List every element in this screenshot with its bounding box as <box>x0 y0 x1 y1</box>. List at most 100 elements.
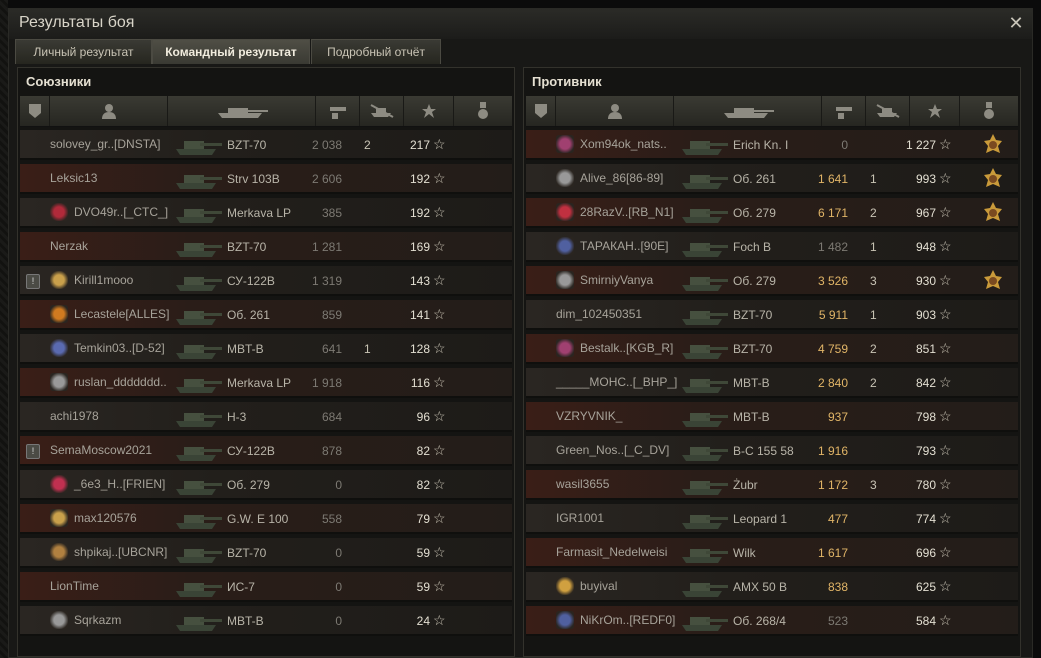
player-name[interactable]: Leksic13 <box>50 171 97 185</box>
xp-column-icon[interactable] <box>910 96 960 126</box>
player-name[interactable]: shpikaj..[UBCNR] <box>74 545 167 559</box>
xp-column-icon[interactable] <box>404 96 454 126</box>
player-name[interactable]: Nerzak <box>50 239 88 253</box>
player-name[interactable]: Alive_86[86-89] <box>580 171 663 185</box>
medal-icon[interactable] <box>981 167 1005 191</box>
table-row[interactable]: Lecastele[ALLES] Об. 261 859 141 ☆ <box>20 300 512 330</box>
kills-column-icon[interactable] <box>866 96 910 126</box>
table-row[interactable]: solovey_gr..[DNSTA] BZT-70 2 038 2 217 ☆ <box>20 130 512 160</box>
damage-column-icon[interactable] <box>822 96 866 126</box>
clan-emblem-icon <box>50 509 68 527</box>
player-name[interactable]: ТАРАКАН..[90E] <box>580 239 669 253</box>
damage-value: 4 759 <box>817 342 848 356</box>
table-row[interactable]: _____MOHC..[_BHP_] MBT-B 2 840 2 842 ☆ <box>526 368 1018 398</box>
damage-value: 1 916 <box>817 444 848 458</box>
player-name[interactable]: Green_Nos..[_C_DV] <box>556 443 669 457</box>
tank-name: Wilk <box>733 546 756 560</box>
player-name[interactable]: _____MOHC..[_BHP_] <box>556 375 677 389</box>
table-row[interactable]: LionTime ИС-7 0 59 ☆ <box>20 572 512 602</box>
player-name[interactable]: Xom94ok_nats.. <box>580 137 667 151</box>
tank-icon <box>174 369 224 395</box>
player-name[interactable]: solovey_gr..[DNSTA] <box>50 137 160 151</box>
tank-icon <box>680 573 730 599</box>
player-name[interactable]: DVO49r..[_CTC_] <box>74 205 168 219</box>
tank-icon <box>680 267 730 293</box>
table-row[interactable]: achi1978 Н-3 684 96 ☆ <box>20 402 512 432</box>
squad-column-icon[interactable] <box>526 96 556 126</box>
table-row[interactable]: ! Kirill1mooo СУ-122В 1 319 143 ☆ <box>20 266 512 296</box>
table-row[interactable]: Bestalk..[KGB_R] BZT-70 4 759 2 851 ☆ <box>526 334 1018 364</box>
table-row[interactable]: DVO49r..[_CTC_] Merkava LP 385 192 ☆ <box>20 198 512 228</box>
player-name[interactable]: max120576 <box>74 511 137 525</box>
player-name[interactable]: SmirniyVanya <box>580 273 653 287</box>
damage-value: 0 <box>841 138 848 152</box>
table-row[interactable]: Sqrkazm MBT-B 0 24 ☆ <box>20 606 512 636</box>
player-name[interactable]: LionTime <box>50 579 99 593</box>
player-name[interactable]: Temkin03..[D-52] <box>74 341 165 355</box>
table-row[interactable]: NiKrOm..[REDF0] Об. 268/4 523 584 ☆ <box>526 606 1018 636</box>
player-name[interactable]: IGR1001 <box>556 511 604 525</box>
table-row[interactable]: shpikaj..[UBCNR] BZT-70 0 59 ☆ <box>20 538 512 568</box>
table-row[interactable]: 28RazV..[RB_N1] Об. 279 6 171 2 967 ☆ <box>526 198 1018 228</box>
player-name[interactable]: Farmasit_Nedelweisi <box>556 545 667 559</box>
damage-column-icon[interactable] <box>316 96 360 126</box>
table-row[interactable]: wasil3655 Żubr 1 172 3 780 ☆ <box>526 470 1018 500</box>
table-row[interactable]: max120576 G.W. E 100 558 79 ☆ <box>20 504 512 534</box>
medal-icon[interactable] <box>981 269 1005 293</box>
player-name[interactable]: dim_102450351 <box>556 307 642 321</box>
table-row[interactable]: IGR1001 Leopard 1 477 774 ☆ <box>526 504 1018 534</box>
table-row[interactable]: Green_Nos..[_C_DV] В-С 155 58 1 916 793 ☆ <box>526 436 1018 466</box>
table-row[interactable]: buyival AMX 50 B 838 625 ☆ <box>526 572 1018 602</box>
tab-personal[interactable]: Личный результат <box>15 39 152 64</box>
table-row[interactable]: Nerzak BZT-70 1 281 169 ☆ <box>20 232 512 262</box>
medal-column-icon[interactable] <box>454 96 512 126</box>
kills-column-icon[interactable] <box>360 96 404 126</box>
table-row[interactable]: Temkin03..[D-52] MBT-B 641 1 128 ☆ <box>20 334 512 364</box>
table-row[interactable]: ! SemaMoscow2021 СУ-122В 878 82 ☆ <box>20 436 512 466</box>
player-name[interactable]: Sqrkazm <box>74 613 121 627</box>
player-name[interactable]: Lecastele[ALLES] <box>74 307 169 321</box>
table-row[interactable]: SmirniyVanya Об. 279 3 526 3 930 ☆ <box>526 266 1018 296</box>
squad-column-icon[interactable] <box>20 96 50 126</box>
tank-icon <box>174 267 224 293</box>
table-row[interactable]: Xom94ok_nats.. Erich Kn. I01 227 ☆ <box>526 130 1018 160</box>
table-row[interactable]: Leksic13 Strv 103B 2 606 192 ☆ <box>20 164 512 194</box>
tank-icon <box>680 471 730 497</box>
damage-value: 2 606 <box>311 172 342 186</box>
table-row[interactable]: Farmasit_Nedelweisi Wilk 1 617 696 ☆ <box>526 538 1018 568</box>
table-row[interactable]: dim_102450351 BZT-70 5 911 1 903 ☆ <box>526 300 1018 330</box>
table-row[interactable]: VZRYVNIK_ MBT-B 937 798 ☆ <box>526 402 1018 432</box>
player-name[interactable]: achi1978 <box>50 409 99 423</box>
player-name[interactable]: buyival <box>580 579 617 593</box>
medal-column-icon[interactable] <box>960 96 1018 126</box>
player-name[interactable]: wasil3655 <box>556 477 609 491</box>
tab-team[interactable]: Командный результат <box>152 39 310 64</box>
table-row[interactable]: Alive_86[86-89] Об. 261 1 641 1 993 ☆ <box>526 164 1018 194</box>
player-column-icon[interactable] <box>50 96 168 126</box>
tank-column-icon[interactable] <box>674 96 822 126</box>
player-name[interactable]: ruslan_ddddddd.. <box>74 375 167 389</box>
medal-icon[interactable] <box>981 133 1005 157</box>
close-icon[interactable]: ✕ <box>1006 13 1026 33</box>
tank-name: Об. 279 <box>733 274 776 288</box>
table-row[interactable]: ТАРАКАН..[90E] Foch B 1 482 1 948 ☆ <box>526 232 1018 262</box>
tank-name: Żubr <box>733 478 758 492</box>
player-name[interactable]: VZRYVNIK_ <box>556 409 622 423</box>
tank-column-icon[interactable] <box>168 96 316 126</box>
player-name[interactable]: Bestalk..[KGB_R] <box>580 341 673 355</box>
player-name[interactable]: SemaMoscow2021 <box>50 443 152 457</box>
xp-value: 1 227 <box>905 138 936 152</box>
medal-icon[interactable] <box>981 201 1005 225</box>
xp-star-icon: ☆ <box>433 204 446 220</box>
table-row[interactable]: _6e3_H..[FRIEN] Об. 279 0 82 ☆ <box>20 470 512 500</box>
player-name[interactable]: 28RazV..[RB_N1] <box>580 205 674 219</box>
xp-star-icon: ☆ <box>939 612 952 628</box>
tank-icon <box>680 233 730 259</box>
player-name[interactable]: _6e3_H..[FRIEN] <box>74 477 165 491</box>
xp-star-icon: ☆ <box>939 340 952 356</box>
tab-detailed[interactable]: Подробный отчёт <box>311 39 441 64</box>
player-column-icon[interactable] <box>556 96 674 126</box>
player-name[interactable]: NiKrOm..[REDF0] <box>580 613 675 627</box>
player-name[interactable]: Kirill1mooo <box>74 273 133 287</box>
table-row[interactable]: ruslan_ddddddd.. Merkava LP 1 918 116 ☆ <box>20 368 512 398</box>
